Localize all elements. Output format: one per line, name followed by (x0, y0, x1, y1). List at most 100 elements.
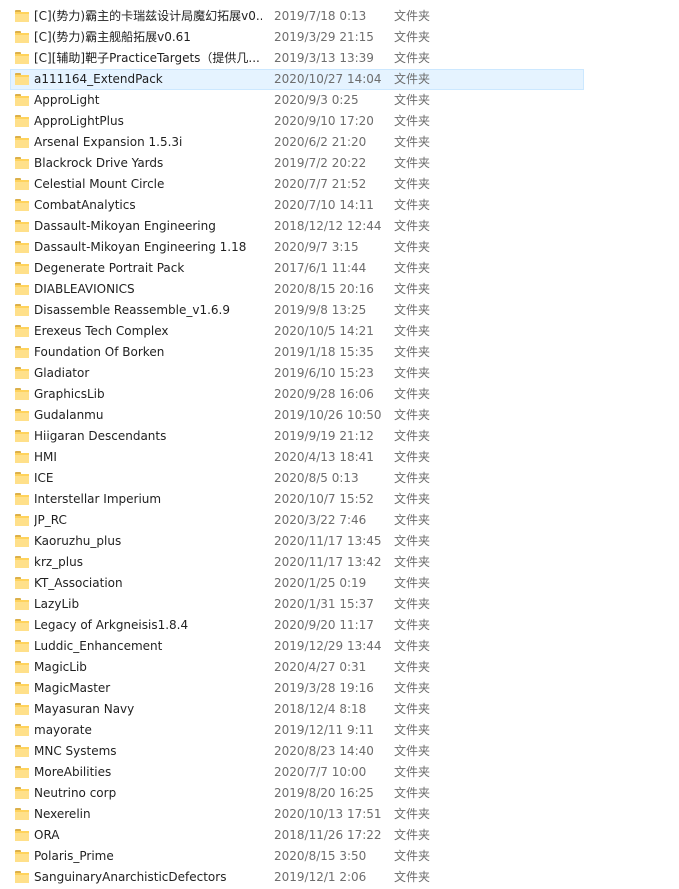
file-row[interactable]: HMI 2020/4/13 18:41 文件夹 (0, 447, 679, 468)
file-row[interactable]: DIABLEAVIONICS 2020/8/15 20:16 文件夹 (0, 279, 679, 300)
file-type: 文件夹 (394, 408, 431, 422)
file-name[interactable]: Hiigaran Descendants (34, 429, 262, 444)
file-name[interactable]: ApproLightPlus (34, 114, 262, 129)
file-row[interactable]: Polaris_Prime 2020/8/15 3:50 文件夹 (0, 846, 679, 867)
file-name[interactable]: Interstellar Imperium (34, 492, 262, 507)
file-row[interactable]: MagicMaster 2019/3/28 19:16 文件夹 (0, 678, 679, 699)
file-name[interactable]: Luddic_Enhancement (34, 639, 262, 654)
modified-date: 2020/7/7 10:00 (274, 765, 367, 779)
file-row[interactable]: Legacy of Arkgneisis1.8.4 2020/9/20 11:17… (0, 615, 679, 636)
file-name[interactable]: Gudalanmu (34, 408, 262, 423)
file-name[interactable]: Disassemble Reassemble_v1.6.9 (34, 303, 262, 318)
file-row[interactable]: Luddic_Enhancement 2019/12/29 13:44 文件夹 (0, 636, 679, 657)
file-name[interactable]: Polaris_Prime (34, 849, 262, 864)
file-name[interactable]: mayorate (34, 723, 262, 738)
file-row[interactable]: Foundation Of Borken 2019/1/18 15:35 文件夹 (0, 342, 679, 363)
file-row[interactable]: Erexeus Tech Complex 2020/10/5 14:21 文件夹 (0, 321, 679, 342)
file-name[interactable]: Neutrino corp (34, 786, 262, 801)
file-row[interactable]: MoreAbilities 2020/7/7 10:00 文件夹 (0, 762, 679, 783)
file-name[interactable]: ApproLight (34, 93, 262, 108)
folder-icon (15, 808, 29, 820)
file-row[interactable]: Blackrock Drive Yards 2019/7/2 20:22 文件夹 (0, 153, 679, 174)
file-name[interactable]: HMI (34, 450, 262, 465)
file-row[interactable]: ApproLight 2020/9/3 0:25 文件夹 (0, 90, 679, 111)
file-row[interactable]: ICE 2020/8/5 0:13 文件夹 (0, 468, 679, 489)
file-row[interactable]: Gladiator 2019/6/10 15:23 文件夹 (0, 363, 679, 384)
file-row[interactable]: ORA 2018/11/26 17:22 文件夹 (0, 825, 679, 846)
file-name[interactable]: MNC Systems (34, 744, 262, 759)
file-row[interactable]: CombatAnalytics 2020/7/10 14:11 文件夹 (0, 195, 679, 216)
file-type: 文件夹 (394, 72, 431, 86)
file-row[interactable]: JP_RC 2020/3/22 7:46 文件夹 (0, 510, 679, 531)
file-row[interactable]: Hiigaran Descendants 2019/9/19 21:12 文件夹 (0, 426, 679, 447)
file-name[interactable]: [C](势力)霸主的卡瑞兹设计局魔幻拓展v0... (34, 9, 262, 24)
file-row[interactable]: SanguinaryAnarchisticDefectors 2019/12/1 … (0, 867, 679, 888)
modified-date: 2020/10/7 15:52 (274, 492, 374, 506)
folder-icon (15, 661, 29, 673)
file-type: 文件夹 (394, 534, 431, 548)
modified-date: 2019/7/2 20:22 (274, 156, 367, 170)
file-row[interactable]: LazyLib 2020/1/31 15:37 文件夹 (0, 594, 679, 615)
file-name[interactable]: [C][辅助]靶子PracticeTargets（提供几... (34, 51, 262, 66)
file-name[interactable]: DIABLEAVIONICS (34, 282, 262, 297)
file-row[interactable]: MNC Systems 2020/8/23 14:40 文件夹 (0, 741, 679, 762)
file-row[interactable]: a111164_ExtendPack 2020/10/27 14:04 文件夹 (0, 69, 679, 90)
file-name[interactable]: Nexerelin (34, 807, 262, 822)
file-name[interactable]: MagicMaster (34, 681, 262, 696)
file-name[interactable]: Celestial Mount Circle (34, 177, 262, 192)
file-type: 文件夹 (394, 786, 431, 800)
file-name[interactable]: Kaoruzhu_plus (34, 534, 262, 549)
file-row[interactable]: GraphicsLib 2020/9/28 16:06 文件夹 (0, 384, 679, 405)
file-row[interactable]: MagicLib 2020/4/27 0:31 文件夹 (0, 657, 679, 678)
file-row[interactable]: KT_Association 2020/1/25 0:19 文件夹 (0, 573, 679, 594)
file-row[interactable]: Disassemble Reassemble_v1.6.9 2019/9/8 13… (0, 300, 679, 321)
file-name[interactable]: ORA (34, 828, 262, 843)
file-row[interactable]: Dassault-Mikoyan Engineering 1.18 2020/9/… (0, 237, 679, 258)
file-row[interactable]: Nexerelin 2020/10/13 17:51 文件夹 (0, 804, 679, 825)
file-name[interactable]: krz_plus (34, 555, 262, 570)
file-name[interactable]: ICE (34, 471, 262, 486)
folder-icon (15, 409, 29, 421)
file-list: [C](势力)霸主的卡瑞兹设计局魔幻拓展v0... 2019/7/18 0:13 文… (0, 6, 679, 888)
file-name[interactable]: Gladiator (34, 366, 262, 381)
file-row[interactable]: Interstellar Imperium 2020/10/7 15:52 文件夹 (0, 489, 679, 510)
file-type: 文件夹 (394, 156, 431, 170)
file-row[interactable]: Kaoruzhu_plus 2020/11/17 13:45 文件夹 (0, 531, 679, 552)
file-name[interactable]: Mayasuran Navy (34, 702, 262, 717)
file-name[interactable]: KT_Association (34, 576, 262, 591)
file-row[interactable]: Mayasuran Navy 2018/12/4 8:18 文件夹 (0, 699, 679, 720)
file-name[interactable]: Blackrock Drive Yards (34, 156, 262, 171)
file-name[interactable]: Dassault-Mikoyan Engineering 1.18 (34, 240, 262, 255)
file-name[interactable]: MoreAbilities (34, 765, 262, 780)
file-type: 文件夹 (394, 702, 431, 716)
file-row[interactable]: krz_plus 2020/11/17 13:42 文件夹 (0, 552, 679, 573)
file-name[interactable]: Arsenal Expansion 1.5.3i (34, 135, 262, 150)
file-row[interactable]: Neutrino corp 2019/8/20 16:25 文件夹 (0, 783, 679, 804)
file-name[interactable]: Foundation Of Borken (34, 345, 262, 360)
file-row[interactable]: [C](势力)霸主舰船拓展v0.61 2019/3/29 21:15 文件夹 (0, 27, 679, 48)
file-name[interactable]: Erexeus Tech Complex (34, 324, 262, 339)
file-row[interactable]: Celestial Mount Circle 2020/7/7 21:52 文件夹 (0, 174, 679, 195)
file-name[interactable]: SanguinaryAnarchisticDefectors (34, 870, 262, 885)
file-row[interactable]: [C][辅助]靶子PracticeTargets（提供几... 2019/3/13… (0, 48, 679, 69)
file-row[interactable]: mayorate 2019/12/11 9:11 文件夹 (0, 720, 679, 741)
file-name[interactable]: Dassault-Mikoyan Engineering (34, 219, 262, 234)
file-name[interactable]: JP_RC (34, 513, 262, 528)
file-row[interactable]: Dassault-Mikoyan Engineering 2018/12/12 1… (0, 216, 679, 237)
file-name[interactable]: GraphicsLib (34, 387, 262, 402)
modified-date: 2020/10/5 14:21 (274, 324, 374, 338)
file-name[interactable]: MagicLib (34, 660, 262, 675)
file-name[interactable]: [C](势力)霸主舰船拓展v0.61 (34, 30, 262, 45)
file-row[interactable]: Arsenal Expansion 1.5.3i 2020/6/2 21:20 文件… (0, 132, 679, 153)
file-row[interactable]: Gudalanmu 2019/10/26 10:50 文件夹 (0, 405, 679, 426)
file-type: 文件夹 (394, 282, 431, 296)
file-name[interactable]: a111164_ExtendPack (34, 72, 262, 87)
file-name[interactable]: Degenerate Portrait Pack (34, 261, 262, 276)
file-name[interactable]: LazyLib (34, 597, 262, 612)
file-name[interactable]: Legacy of Arkgneisis1.8.4 (34, 618, 262, 633)
file-name[interactable]: CombatAnalytics (34, 198, 262, 213)
file-row[interactable]: ApproLightPlus 2020/9/10 17:20 文件夹 (0, 111, 679, 132)
file-row[interactable]: [C](势力)霸主的卡瑞兹设计局魔幻拓展v0... 2019/7/18 0:13 文… (0, 6, 679, 27)
file-row[interactable]: Degenerate Portrait Pack 2017/6/1 11:44 文件… (0, 258, 679, 279)
modified-date: 2019/12/1 2:06 (274, 870, 367, 884)
